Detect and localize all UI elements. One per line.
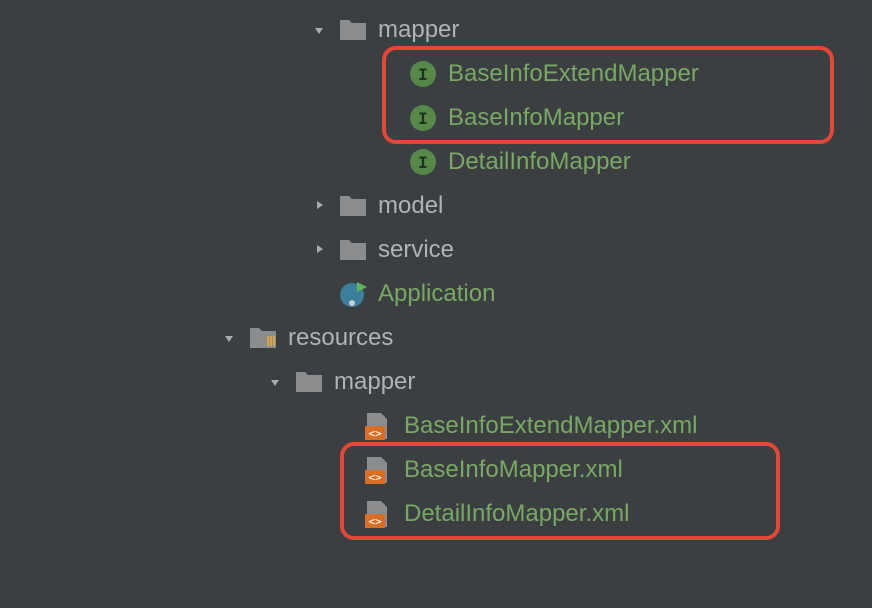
project-tree: mapper BaseInfoExtendMapper BaseInfoMapp… xyxy=(0,0,872,536)
spacer xyxy=(310,284,330,304)
tree-item-model-folder[interactable]: model xyxy=(0,184,872,228)
tree-label: BaseInfoMapper.xml xyxy=(404,456,623,484)
spacer xyxy=(380,64,400,84)
tree-item-interface[interactable]: DetailInfoMapper xyxy=(0,140,872,184)
chevron-right-icon[interactable] xyxy=(310,196,330,216)
tree-item-xml[interactable]: DetailInfoMapper.xml xyxy=(0,492,872,536)
tree-item-interface[interactable]: BaseInfoMapper xyxy=(0,96,872,140)
folder-icon xyxy=(338,191,368,221)
interface-icon xyxy=(408,147,438,177)
chevron-down-icon[interactable] xyxy=(266,372,286,392)
tree-label: mapper xyxy=(334,368,415,396)
spacer xyxy=(336,460,356,480)
folder-icon xyxy=(294,367,324,397)
spacer xyxy=(380,152,400,172)
tree-label: model xyxy=(378,192,443,220)
class-run-icon xyxy=(338,279,368,309)
tree-label: Application xyxy=(378,280,495,308)
interface-icon xyxy=(408,59,438,89)
tree-label: mapper xyxy=(378,16,459,44)
tree-item-mapper-folder[interactable]: mapper xyxy=(0,8,872,52)
tree-label: BaseInfoExtendMapper xyxy=(448,60,699,88)
spacer xyxy=(380,108,400,128)
xml-file-icon xyxy=(364,499,394,529)
tree-label: BaseInfoMapper xyxy=(448,104,624,132)
tree-label: resources xyxy=(288,324,393,352)
xml-file-icon xyxy=(364,411,394,441)
folder-icon xyxy=(338,235,368,265)
tree-item-application[interactable]: Application xyxy=(0,272,872,316)
xml-file-icon xyxy=(364,455,394,485)
resources-folder-icon xyxy=(248,323,278,353)
spacer xyxy=(336,504,356,524)
tree-item-xml[interactable]: BaseInfoMapper.xml xyxy=(0,448,872,492)
tree-label: DetailInfoMapper.xml xyxy=(404,500,629,528)
tree-item-resources-folder[interactable]: resources xyxy=(0,316,872,360)
tree-item-xml[interactable]: BaseInfoExtendMapper.xml xyxy=(0,404,872,448)
chevron-down-icon[interactable] xyxy=(310,20,330,40)
tree-item-interface[interactable]: BaseInfoExtendMapper xyxy=(0,52,872,96)
tree-label: service xyxy=(378,236,454,264)
chevron-right-icon[interactable] xyxy=(310,240,330,260)
tree-label: DetailInfoMapper xyxy=(448,148,631,176)
tree-item-service-folder[interactable]: service xyxy=(0,228,872,272)
tree-label: BaseInfoExtendMapper.xml xyxy=(404,412,698,440)
chevron-down-icon[interactable] xyxy=(220,328,240,348)
folder-icon xyxy=(338,15,368,45)
interface-icon xyxy=(408,103,438,133)
spacer xyxy=(336,416,356,436)
tree-item-resources-mapper-folder[interactable]: mapper xyxy=(0,360,872,404)
